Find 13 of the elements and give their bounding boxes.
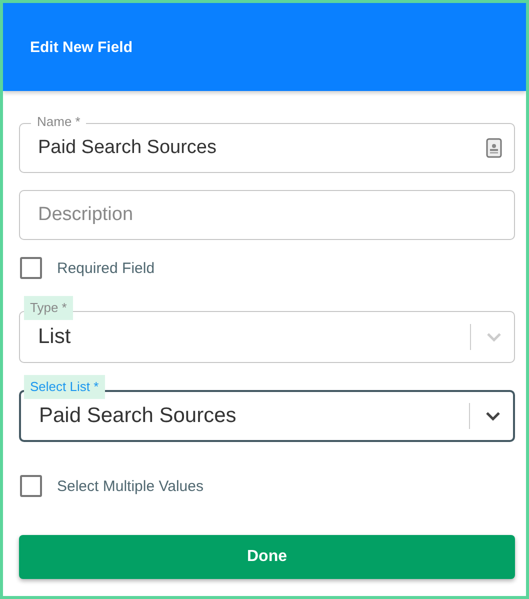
checkbox[interactable] [20, 257, 42, 279]
select-field[interactable]: Paid Search Sources [19, 390, 515, 442]
dialog-title: Edit New Field [30, 38, 133, 56]
select-value: Paid Search Sources [39, 404, 238, 428]
field-label: Type * [24, 296, 73, 320]
contact-card-icon[interactable] [486, 138, 502, 158]
checkbox[interactable] [20, 475, 42, 497]
text-field[interactable]: Description [19, 190, 515, 240]
field-label: Select List * [24, 375, 105, 399]
checkbox-label: Required Field [57, 260, 155, 276]
select-value: List [38, 325, 72, 349]
chevron-down-icon[interactable] [485, 411, 501, 421]
checkbox-label: Select Multiple Values [57, 478, 204, 494]
